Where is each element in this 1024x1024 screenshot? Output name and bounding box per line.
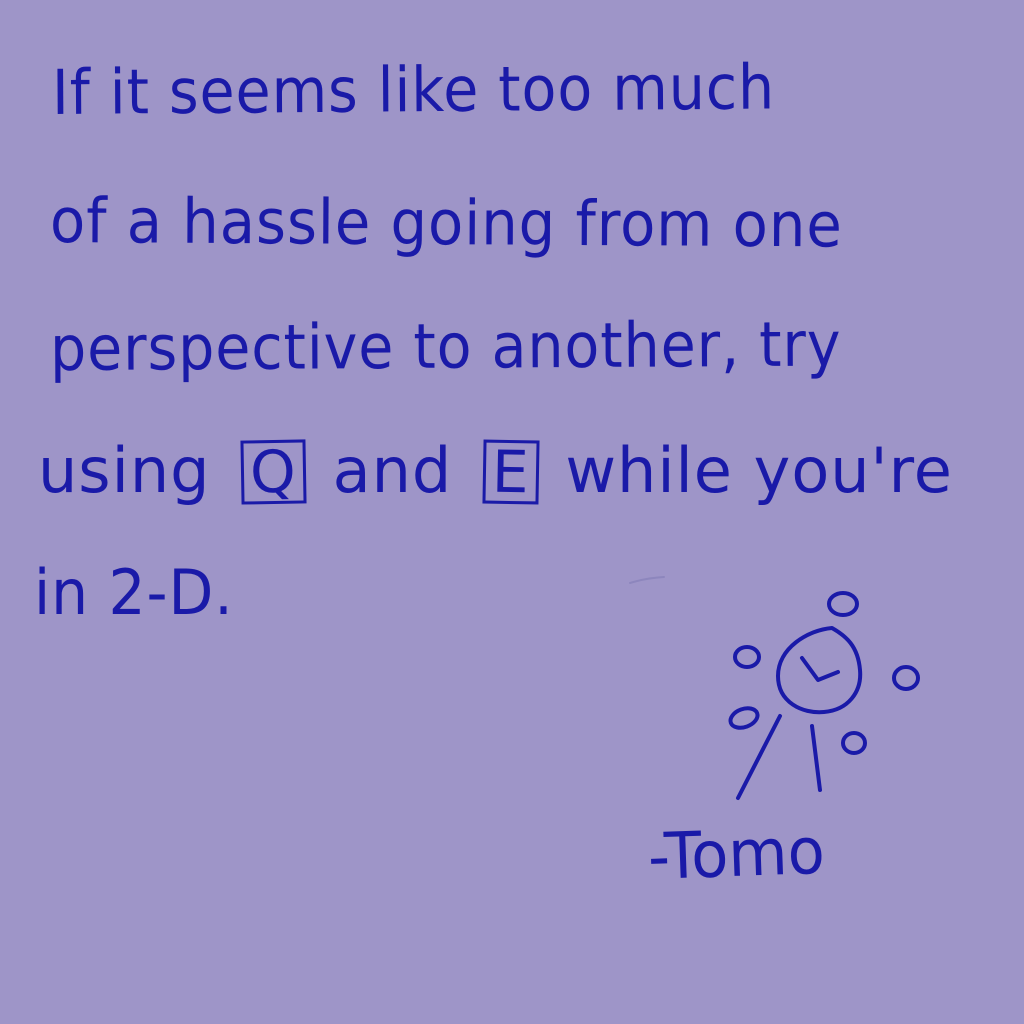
sun-face-doodle-icon [720, 580, 940, 810]
stray-mark [629, 576, 665, 584]
note-line-4-end: while you're [565, 434, 953, 507]
note-line-1: If it seems like too much [51, 50, 776, 129]
signature: -Tomo [646, 814, 826, 895]
handwritten-note: If it seems like too much of a hassle go… [0, 0, 1024, 1024]
note-line-3: perspective to another, try [49, 307, 842, 385]
e-key-icon: E [482, 438, 540, 506]
note-line-2: of a hassle going from one [49, 184, 843, 262]
q-key-icon: Q [240, 438, 307, 506]
note-line-4-middle: and [332, 434, 453, 507]
note-line-5: in 2-D. [34, 556, 234, 629]
note-line-4: using Q and E while you're [38, 434, 953, 507]
note-line-4-start: using [38, 434, 211, 507]
